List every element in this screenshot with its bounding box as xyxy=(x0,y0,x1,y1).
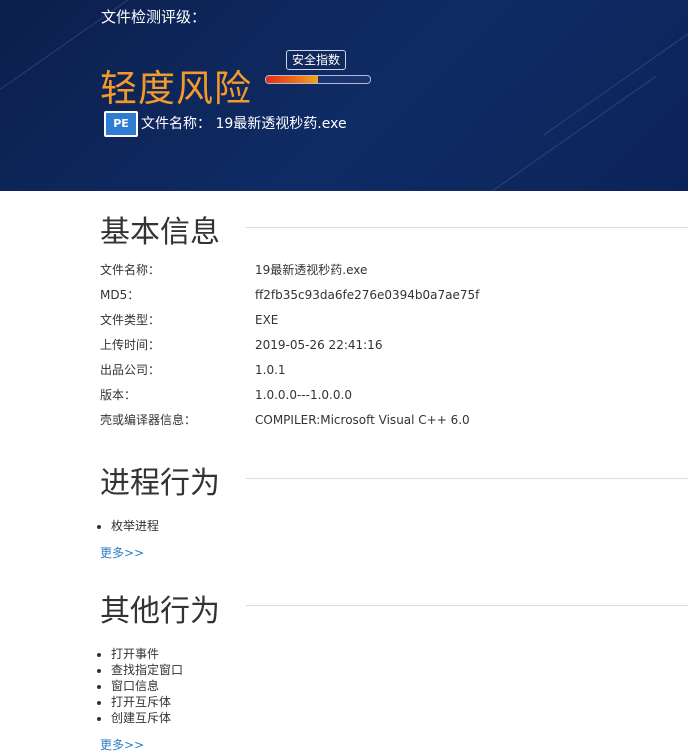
info-value: 1.0.1 xyxy=(255,363,286,377)
section-divider xyxy=(246,478,688,479)
list-item: 枚举进程 xyxy=(111,518,159,534)
list-item: 窗口信息 xyxy=(111,678,183,694)
safety-index-gauge xyxy=(265,75,371,84)
header-decoration xyxy=(443,75,657,191)
list-item: 查找指定窗口 xyxy=(111,662,183,678)
basic-info-title: 基本信息 xyxy=(100,215,220,250)
info-key: 版本： xyxy=(100,388,137,402)
info-key: 壳或编译器信息： xyxy=(100,413,197,427)
process-more-link[interactable]: 更多>> xyxy=(100,544,144,561)
file-name-value: 19最新透视秒药.exe xyxy=(215,116,347,132)
other-behavior-title: 其他行为 xyxy=(100,594,220,629)
info-value: COMPILER:Microsoft Visual C++ 6.0 xyxy=(255,413,470,427)
report-header: 文件检测评级： 轻度风险 安全指数 PE 文件名称： 19最新透视秒药.exe xyxy=(0,0,688,191)
info-key: 上传时间： xyxy=(100,338,161,352)
file-name-label: 文件名称： xyxy=(141,116,211,132)
info-key: 文件类型： xyxy=(100,313,161,327)
info-value: EXE xyxy=(255,313,279,327)
other-behavior-list: 打开事件 查找指定窗口 窗口信息 打开互斥体 创建互斥体 xyxy=(94,646,183,726)
safety-index-label: 安全指数 xyxy=(286,50,347,70)
risk-level: 轻度风险 xyxy=(100,67,252,110)
info-value: 2019-05-26 22:41:16 xyxy=(255,338,383,352)
process-behavior-title: 进程行为 xyxy=(100,466,220,501)
info-value: 1.0.0.0---1.0.0.0 xyxy=(255,388,352,402)
list-item: 创建互斥体 xyxy=(111,710,183,726)
other-more-link[interactable]: 更多>> xyxy=(100,736,144,753)
list-item: 打开互斥体 xyxy=(111,694,183,710)
safety-index-fill xyxy=(266,76,318,83)
info-key: 出品公司： xyxy=(100,363,161,377)
header-file-name: 文件名称： 19最新透视秒药.exe xyxy=(141,113,347,133)
info-value: ff2fb35c93da6fe276e0394b0a7ae75f xyxy=(255,288,480,302)
process-behavior-list: 枚举进程 xyxy=(94,518,159,534)
pe-file-icon: PE xyxy=(104,111,138,137)
info-value: 19最新透视秒药.exe xyxy=(255,263,368,277)
section-divider xyxy=(246,227,688,228)
info-key: MD5： xyxy=(100,288,140,302)
header-decoration xyxy=(543,0,688,136)
list-item: 打开事件 xyxy=(111,646,183,662)
info-key: 文件名称： xyxy=(100,263,161,277)
detection-rating-label: 文件检测评级： xyxy=(101,8,207,26)
section-divider xyxy=(246,605,688,606)
